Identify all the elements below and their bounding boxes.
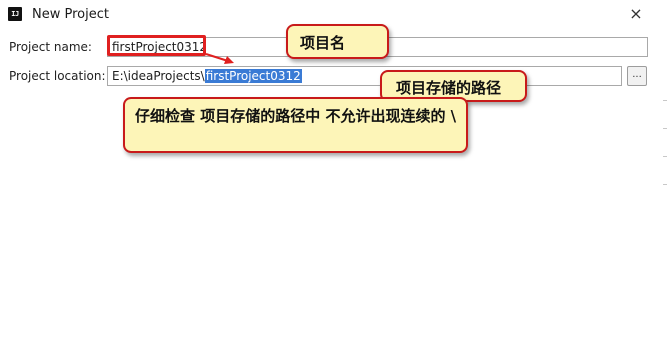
browse-button[interactable]: ...: [627, 66, 647, 86]
project-name-label: Project name:: [9, 40, 92, 54]
location-prefix: E:\ideaProjects\: [112, 69, 205, 83]
background-edge: [663, 0, 667, 349]
project-location-input[interactable]: E:\ideaProjects\firstProject0312: [107, 66, 622, 86]
intellij-icon: IJ: [8, 7, 22, 21]
new-project-dialog: IJ New Project × Project name: firstProj…: [0, 0, 667, 349]
project-location-label: Project location:: [9, 69, 106, 83]
project-name-callout: 项目名: [286, 24, 389, 59]
location-selected-text: firstProject0312: [204, 69, 302, 83]
project-location-value: E:\ideaProjects\firstProject0312: [112, 69, 302, 83]
annotation-arrow: [205, 53, 234, 64]
name-highlight-box: [107, 35, 206, 56]
path-warning-callout: 仔细检查 项目存储的路径中 不允许出现连续的 \: [123, 97, 468, 153]
close-button[interactable]: ×: [626, 4, 646, 24]
window-title: New Project: [32, 7, 109, 22]
